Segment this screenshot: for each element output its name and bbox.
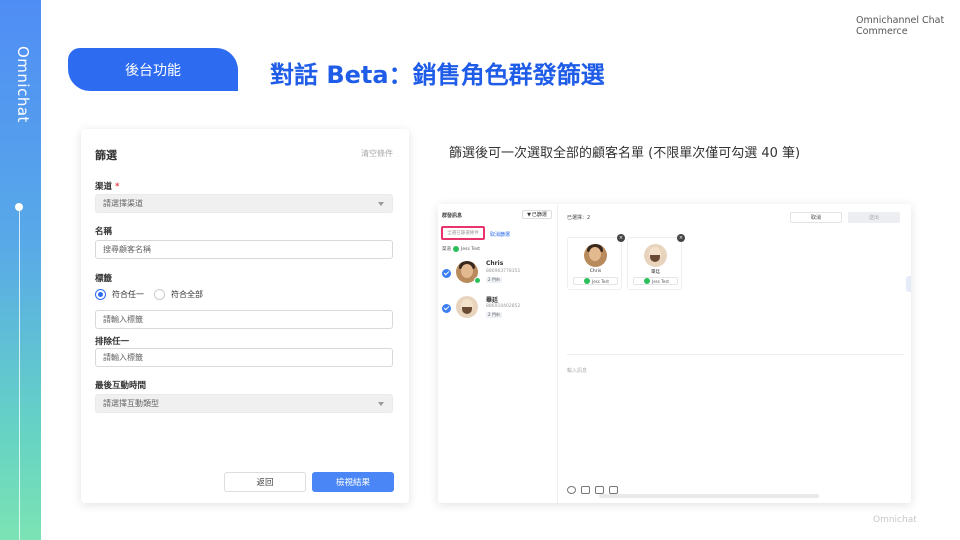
card-name: Chris xyxy=(589,269,602,274)
channel-name: Jess Test xyxy=(461,246,481,252)
close-icon[interactable]: × xyxy=(617,234,625,242)
broadcast-title: 群發訊息 xyxy=(442,213,463,219)
contact-name: 畢廷 xyxy=(486,297,499,304)
filter-title: 篩選 xyxy=(95,149,117,162)
cancel-filter-link[interactable]: 取消篩選 xyxy=(490,231,510,238)
channel-label-text: 渠道 xyxy=(95,182,113,192)
back-button[interactable]: 返回 xyxy=(224,472,306,492)
selected-contact-card: 畢廷 Jess Test × xyxy=(627,234,685,290)
channel-indicator: 渠道 Jess Test xyxy=(442,246,480,252)
tag-input[interactable]: 請輸入標籤 xyxy=(95,310,393,329)
avatar xyxy=(644,244,667,267)
rail-brand: Omnichat xyxy=(14,46,32,123)
line-icon xyxy=(644,278,651,284)
rail-divider xyxy=(19,206,20,540)
channel-select-value: 請選擇渠道 xyxy=(103,199,143,208)
contact-tag: 2 門市 xyxy=(486,277,502,283)
radio-match-all-label: 符合全部 xyxy=(171,290,203,299)
contact-row[interactable]: Chris 886963778351 2 門市 xyxy=(442,260,554,288)
contact-name: Chris xyxy=(486,260,504,267)
section-tag: 後台功能 xyxy=(68,48,238,91)
compose-toolbar xyxy=(567,486,618,494)
required-mark: * xyxy=(115,182,120,192)
name-label: 名稱 xyxy=(95,227,113,237)
channel-select[interactable]: 請選擇渠道 xyxy=(95,194,393,213)
feature-description: 篩選後可一次選取全部的顧客名單 (不限單次僅可勾選 40 筆) xyxy=(449,146,801,161)
clear-filters-link[interactable]: 清空條件 xyxy=(361,148,393,159)
exclude-tag-placeholder: 請輸入標籤 xyxy=(103,353,143,362)
compose-pane: 已選擇：2 取消 送出 Chris Jess Test × 畢廷 Jess Te… xyxy=(559,204,911,503)
contact-phone: 886963778351 xyxy=(486,269,521,274)
select-all-filtered[interactable]: 全選已篩選條件 xyxy=(441,226,485,240)
selected-count: 已選擇：2 xyxy=(567,215,591,221)
attachment-icon[interactable] xyxy=(595,486,604,494)
chevron-down-icon xyxy=(378,402,384,406)
tag-label: 標籤 xyxy=(95,274,113,284)
image-icon[interactable] xyxy=(581,486,590,494)
line-icon xyxy=(474,277,481,284)
exclude-tag-input[interactable]: 請輸入標籤 xyxy=(95,348,393,367)
tag-match-radio-group: 符合任一 符合全部 xyxy=(95,289,203,300)
radio-match-any[interactable] xyxy=(95,289,106,300)
emoji-icon[interactable] xyxy=(567,486,576,494)
name-search-input[interactable]: 搜尋顧客名稱 xyxy=(95,240,393,259)
contact-tag: 2 門市 xyxy=(486,312,502,318)
line-icon xyxy=(453,246,459,252)
checked-icon[interactable] xyxy=(442,269,451,278)
corner-title: Omnichannel Chat Commerce xyxy=(856,15,945,37)
filter-button-label: 已篩選 xyxy=(531,212,547,218)
rail-dot xyxy=(15,203,23,211)
checked-icon[interactable] xyxy=(442,304,451,313)
channel-label: 渠道 * xyxy=(95,180,119,192)
line-icon xyxy=(584,278,591,284)
filter-icon: ▼ xyxy=(527,211,531,218)
card-channel-name: Jess Test xyxy=(652,278,669,284)
interaction-type-value: 請選擇互動類型 xyxy=(103,399,159,408)
card-channel: Jess Test xyxy=(573,277,618,285)
filter-panel: 篩選 清空條件 渠道 * 請選擇渠道 名稱 搜尋顧客名稱 標籤 符合任一 符合全部… xyxy=(81,129,409,503)
close-icon[interactable]: × xyxy=(677,234,685,242)
view-results-button[interactable]: 檢視結果 xyxy=(312,472,394,492)
side-rail: Omnichat xyxy=(0,0,41,540)
compose-divider xyxy=(567,354,904,355)
tag-input-placeholder: 請輸入標籤 xyxy=(103,315,143,324)
template-icon[interactable] xyxy=(609,486,618,494)
exclude-label: 排除任一 xyxy=(95,337,130,347)
interaction-type-select[interactable]: 請選擇互動類型 xyxy=(95,394,393,413)
contact-list-pane: 群發訊息 ▼ 已篩選 全選已篩選條件 取消篩選 渠道 Jess Test Chri… xyxy=(438,204,558,503)
message-input[interactable]: 輸入訊息 xyxy=(567,367,587,374)
name-search-placeholder: 搜尋顧客名稱 xyxy=(103,245,151,254)
contact-phone: 886910402852 xyxy=(486,304,521,309)
avatar xyxy=(584,244,607,267)
card-name: 畢廷 xyxy=(651,270,660,275)
card-channel: Jess Test xyxy=(633,277,678,285)
chevron-down-icon xyxy=(378,202,384,206)
filter-button[interactable]: ▼ 已篩選 xyxy=(522,210,552,219)
footer-brand: Omnichat xyxy=(873,515,917,525)
radio-match-any-label: 符合任一 xyxy=(112,290,144,299)
avatar xyxy=(456,296,478,318)
selected-contact-card: Chris Jess Test × xyxy=(567,234,625,290)
drag-handle[interactable] xyxy=(906,276,911,292)
send-button[interactable]: 送出 xyxy=(848,212,900,223)
broadcast-screenshot: 群發訊息 ▼ 已篩選 全選已篩選條件 取消篩選 渠道 Jess Test Chri… xyxy=(438,204,911,503)
blurred-area xyxy=(599,494,819,498)
radio-match-all[interactable] xyxy=(154,289,165,300)
cancel-button[interactable]: 取消 xyxy=(790,212,842,223)
contact-row[interactable]: 畢廷 886910402852 2 門市 xyxy=(442,295,554,323)
page-title: 對話 Beta：銷售角色群發篩選 xyxy=(270,61,605,89)
channel-prefix: 渠道 xyxy=(442,247,451,252)
last-interaction-label: 最後互動時間 xyxy=(95,381,147,391)
card-channel-name: Jess Test xyxy=(592,278,609,284)
